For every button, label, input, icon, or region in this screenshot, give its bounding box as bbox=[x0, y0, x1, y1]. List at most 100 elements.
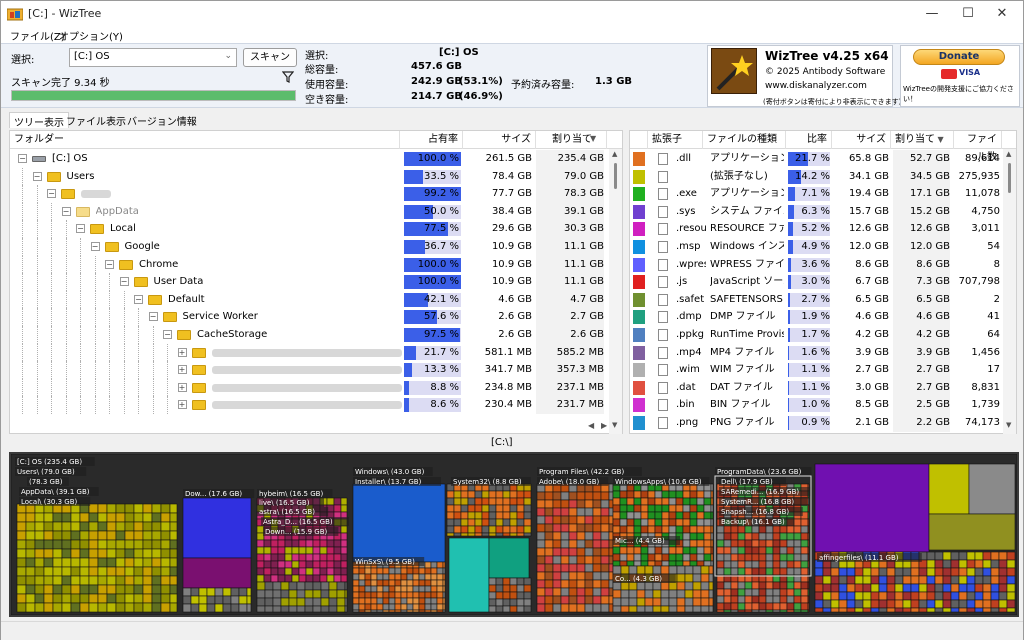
treemap-cell[interactable] bbox=[633, 511, 642, 520]
treemap-cell[interactable] bbox=[830, 591, 840, 601]
treemap-cell[interactable] bbox=[280, 605, 290, 613]
tab-version-info[interactable]: バージョン情報 bbox=[123, 112, 201, 128]
treemap-cell[interactable] bbox=[488, 591, 497, 600]
treemap-cell[interactable] bbox=[633, 525, 642, 534]
treemap-cell[interactable] bbox=[442, 561, 446, 569]
expand-icon[interactable]: + bbox=[177, 400, 187, 410]
treemap-cell[interactable] bbox=[133, 539, 144, 550]
treemap-cell[interactable] bbox=[544, 523, 554, 533]
treemap-cell[interactable] bbox=[654, 497, 663, 506]
treemap-cell[interactable] bbox=[364, 597, 372, 605]
treemap-cell[interactable] bbox=[568, 555, 578, 565]
treemap-cell[interactable] bbox=[998, 567, 1008, 577]
treemap-cell[interactable] bbox=[676, 581, 686, 591]
treemap-cell[interactable] bbox=[418, 609, 426, 613]
treemap-cell[interactable] bbox=[723, 602, 732, 611]
treemap-cell[interactable] bbox=[737, 539, 746, 548]
treemap-cell[interactable] bbox=[592, 531, 602, 541]
treemap-cell[interactable] bbox=[966, 575, 976, 585]
ext-row[interactable]: .wim WIM ファイル 1.1 % 2.7 GB 2.7 GB 17 bbox=[630, 361, 1004, 379]
treemap-cell[interactable] bbox=[636, 605, 646, 613]
treemap-cell[interactable] bbox=[608, 523, 614, 533]
treemap-cell[interactable] bbox=[124, 512, 135, 523]
treemap-cell[interactable] bbox=[481, 525, 490, 534]
treemap-cell[interactable] bbox=[376, 591, 384, 599]
treemap-cell[interactable] bbox=[576, 555, 586, 565]
treemap-cell[interactable] bbox=[264, 581, 274, 591]
treemap-cell[interactable] bbox=[406, 573, 414, 581]
treemap-cell[interactable] bbox=[644, 597, 654, 607]
treemap-cell[interactable] bbox=[230, 587, 240, 597]
column-count[interactable]: ファイル数 bbox=[954, 131, 1002, 163]
treemap-cell[interactable] bbox=[133, 521, 144, 532]
treemap-cell[interactable] bbox=[723, 609, 732, 613]
treemap-cell[interactable] bbox=[751, 602, 760, 611]
treemap-cell[interactable] bbox=[70, 530, 81, 541]
treemap-cell[interactable] bbox=[786, 546, 795, 555]
tree-row[interactable]: +8.8 % 234.8 MB 237.1 MB bbox=[10, 378, 608, 397]
treemap-cell[interactable] bbox=[647, 511, 656, 520]
treemap-cell[interactable] bbox=[633, 546, 642, 555]
treemap-cell[interactable] bbox=[16, 548, 27, 559]
treemap-cell[interactable] bbox=[958, 567, 968, 577]
treemap-cell[interactable] bbox=[647, 560, 656, 567]
treemap-cell[interactable] bbox=[151, 503, 162, 514]
treemap-cell[interactable] bbox=[502, 584, 511, 593]
treemap-cell[interactable] bbox=[142, 557, 153, 568]
treemap-cell[interactable] bbox=[115, 512, 126, 523]
treemap-cell[interactable] bbox=[552, 515, 562, 525]
treemap-cell[interactable] bbox=[34, 548, 45, 559]
treemap-cell[interactable] bbox=[16, 539, 27, 550]
treemap-cell[interactable] bbox=[682, 560, 691, 567]
treemap-cell[interactable] bbox=[838, 583, 848, 593]
treemap-cell[interactable] bbox=[88, 602, 99, 613]
treemap-cell[interactable] bbox=[600, 595, 610, 605]
treemap-cell[interactable] bbox=[958, 583, 968, 593]
treemap-cell[interactable] bbox=[182, 587, 192, 597]
treemap-cell[interactable] bbox=[190, 587, 200, 597]
treemap-cell[interactable] bbox=[190, 603, 200, 613]
treemap-cell[interactable] bbox=[560, 587, 570, 597]
treemap-cell[interactable] bbox=[730, 609, 739, 613]
treemap-cell[interactable] bbox=[568, 563, 578, 573]
treemap-cell[interactable] bbox=[902, 575, 912, 585]
treemap-cell[interactable] bbox=[958, 599, 968, 609]
treemap-cell[interactable] bbox=[333, 504, 342, 513]
treemap-cell[interactable] bbox=[214, 595, 224, 605]
treemap-cell[interactable] bbox=[43, 575, 54, 586]
treemap-cell[interactable] bbox=[277, 553, 286, 562]
treemap-cell[interactable] bbox=[814, 591, 824, 601]
treemap-cell[interactable] bbox=[364, 603, 372, 611]
treemap-cell[interactable] bbox=[97, 575, 108, 586]
treemap-cell[interactable] bbox=[523, 584, 532, 593]
treemap-cell[interactable] bbox=[854, 567, 864, 577]
treemap-cell[interactable] bbox=[270, 539, 279, 548]
treemap-cell[interactable] bbox=[600, 563, 610, 573]
treemap-cell[interactable] bbox=[870, 575, 880, 585]
treemap-cell[interactable] bbox=[807, 560, 810, 569]
treemap-cell[interactable] bbox=[460, 532, 469, 537]
treemap-cell[interactable] bbox=[1006, 567, 1016, 577]
treemap-cell[interactable] bbox=[263, 560, 272, 569]
treemap-cell[interactable] bbox=[340, 546, 348, 555]
treemap-cell[interactable] bbox=[280, 589, 290, 599]
treemap-cell[interactable] bbox=[25, 593, 36, 604]
treemap-cell[interactable] bbox=[328, 605, 338, 613]
treemap-cell[interactable] bbox=[376, 603, 384, 611]
treemap-cell[interactable] bbox=[79, 566, 90, 577]
treemap-cell[interactable] bbox=[256, 581, 266, 591]
treemap-cell[interactable] bbox=[312, 546, 321, 555]
treemap-cell[interactable] bbox=[640, 553, 649, 562]
treemap-cell[interactable] bbox=[25, 566, 36, 577]
treemap-cell[interactable] bbox=[647, 553, 656, 562]
treemap-cell[interactable] bbox=[765, 560, 774, 569]
treemap-cell[interactable] bbox=[97, 593, 108, 604]
treemap-cell[interactable] bbox=[652, 581, 662, 591]
treemap-cell[interactable] bbox=[495, 584, 504, 593]
treemap-cell[interactable] bbox=[430, 573, 438, 581]
treemap-cell[interactable] bbox=[765, 588, 774, 597]
treemap-cell[interactable] bbox=[388, 597, 396, 605]
treemap-cell[interactable] bbox=[765, 532, 774, 541]
treemap-cell[interactable] bbox=[990, 591, 1000, 601]
treemap-cell[interactable] bbox=[43, 593, 54, 604]
